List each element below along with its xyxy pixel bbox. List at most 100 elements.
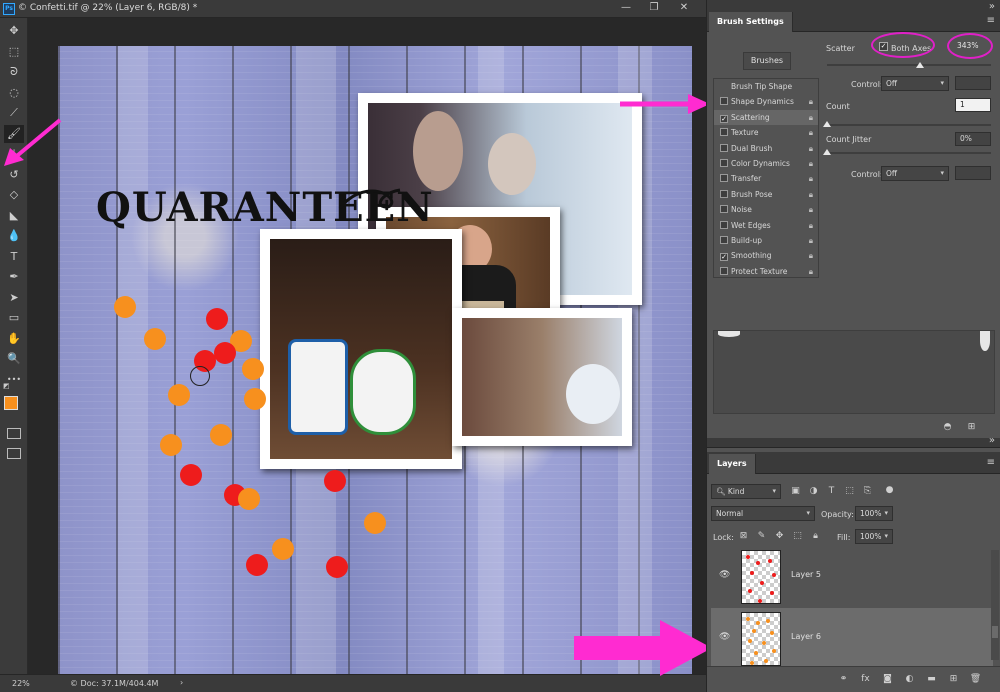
add-mask-icon[interactable]: ◙ <box>881 673 894 686</box>
layer-row[interactable]: 👁︎ Layer 5 <box>711 546 993 608</box>
brushes-button[interactable]: Brushes <box>743 52 791 70</box>
checkbox[interactable] <box>720 236 728 244</box>
checkbox[interactable] <box>720 189 728 198</box>
control2-value-field[interactable] <box>955 166 991 180</box>
lock-icon[interactable]: 🔒︎ <box>809 233 813 248</box>
filter-toggle-icon[interactable]: ● <box>883 484 896 497</box>
layer-thumbnail[interactable] <box>741 612 781 666</box>
scatter-slider-track[interactable] <box>827 64 991 66</box>
layer-row[interactable]: 👁︎ Layer 6 <box>711 608 993 670</box>
checkbox[interactable] <box>720 220 728 229</box>
brush-option-wet-edges[interactable]: Wet Edges 🔒︎ <box>714 218 818 233</box>
zoom-readout[interactable]: 22% <box>12 679 30 688</box>
layer-filter-select[interactable]: 🔍︎ Kind ▾ <box>711 484 781 499</box>
layers-scrollbar[interactable] <box>991 550 999 660</box>
brush-option-transfer[interactable]: Transfer 🔒︎ <box>714 171 818 186</box>
eye-icon[interactable]: 👁︎ <box>719 570 730 580</box>
lock-icon[interactable]: 🔒︎ <box>809 94 813 109</box>
lock-icon[interactable]: 🔒︎ <box>809 156 813 171</box>
brush-option-scattering[interactable]: ✓ Scattering 🔒︎ <box>714 109 818 126</box>
tab-layers[interactable]: Layers <box>709 454 756 474</box>
count-jitter-slider-thumb[interactable] <box>823 149 831 155</box>
link-layers-icon[interactable]: ⚭ <box>837 673 850 686</box>
lock-icon[interactable]: 🔒︎ <box>809 110 813 125</box>
trash-icon[interactable]: 🗑︎ <box>969 673 982 686</box>
canvas-area[interactable]: QUARANTEEN <box>4 18 706 682</box>
lock-icon[interactable]: 🔒︎ <box>809 125 813 140</box>
checkbox[interactable] <box>720 205 728 214</box>
count-field[interactable]: 1 <box>955 98 991 112</box>
fill-field[interactable]: 100% ▾ <box>855 529 893 544</box>
brush-option-color-dynamics[interactable]: Color Dynamics 🔒︎ <box>714 156 818 171</box>
layer-style-icon[interactable]: fx <box>859 673 872 686</box>
count-jitter-field[interactable]: 0% <box>955 132 991 146</box>
checkbox[interactable] <box>720 128 728 137</box>
brush-option-protect-texture[interactable]: Protect Texture 🔒︎ <box>714 264 818 279</box>
count-slider-track[interactable] <box>827 124 991 126</box>
lock-icon[interactable]: 🔒︎ <box>809 248 813 263</box>
checkbox[interactable] <box>720 159 728 167</box>
pixel-filter-icon[interactable]: ▣ <box>789 485 802 498</box>
path-select-icon[interactable]: ➤ <box>4 289 24 307</box>
control-select[interactable]: Off ▾ <box>881 76 949 91</box>
brush-option-dual-brush[interactable]: Dual Brush 🔒︎ <box>714 141 818 156</box>
control2-select[interactable]: Off ▾ <box>881 166 949 181</box>
lock-icon[interactable]: 🔒︎ <box>809 264 813 279</box>
restore-button[interactable]: ❐ <box>646 2 662 15</box>
photo-birthday-candles[interactable] <box>260 229 462 469</box>
blur-icon[interactable]: 💧 <box>4 227 24 245</box>
pen-icon[interactable]: ✒ <box>4 268 24 286</box>
count-jitter-slider-track[interactable] <box>827 152 991 154</box>
hand-icon[interactable]: ✋ <box>4 330 24 348</box>
brush-option-brush-pose[interactable]: Brush Pose 🔒︎ <box>714 187 818 202</box>
brush-preset-icon[interactable]: ◓ <box>941 421 954 434</box>
count-slider-thumb[interactable] <box>823 121 831 127</box>
eraser-icon[interactable]: ◇ <box>4 186 24 204</box>
adjustment-filter-icon[interactable]: ◑ <box>807 485 820 498</box>
new-group-icon[interactable]: ▬ <box>925 673 938 686</box>
zoom-icon[interactable]: 🔍 <box>4 350 24 368</box>
control-value-field[interactable] <box>955 76 991 90</box>
type-icon[interactable]: T <box>4 248 24 266</box>
brush-option-noise[interactable]: Noise 🔒︎ <box>714 202 818 217</box>
lock-icon[interactable]: 🔒︎ <box>809 202 813 217</box>
eye-icon[interactable]: 👁︎ <box>719 632 730 642</box>
quick-mask-icon[interactable] <box>7 428 21 439</box>
marquee-icon[interactable]: ⬚ <box>4 43 24 61</box>
tab-brush-settings[interactable]: Brush Settings <box>709 12 793 32</box>
layer-thumbnail[interactable] <box>741 550 781 604</box>
lock-artboard-icon[interactable]: ⬚ <box>791 530 804 543</box>
panel-menu-icon[interactable]: ≡ <box>987 15 995 26</box>
lock-all-icon[interactable]: 🔒︎ <box>809 530 822 543</box>
fill-icon[interactable]: ◣ <box>4 207 24 225</box>
lock-icon[interactable]: 🔒︎ <box>809 171 813 186</box>
layer-name[interactable]: Layer 5 <box>791 570 821 579</box>
checkbox[interactable] <box>720 143 728 152</box>
chevron-right-icon[interactable]: › <box>180 678 183 687</box>
lock-icon[interactable]: 🔒︎ <box>809 141 813 156</box>
blend-mode-select[interactable]: Normal ▾ <box>711 506 815 521</box>
lock-transparent-icon[interactable]: ⊠ <box>737 530 750 543</box>
panel-menu-icon[interactable]: ≡ <box>987 457 995 468</box>
type-filter-icon[interactable]: T <box>825 485 838 498</box>
checkbox[interactable] <box>720 174 728 183</box>
brush-option-build-up[interactable]: Build-up 🔒︎ <box>714 233 818 248</box>
minimize-button[interactable]: — <box>618 2 634 15</box>
brush-option-texture[interactable]: Texture 🔒︎ <box>714 125 818 140</box>
lock-pixels-icon[interactable]: ✎ <box>755 530 768 543</box>
brush-option-brush-tip-shape[interactable]: Brush Tip Shape <box>714 79 818 94</box>
opacity-field[interactable]: 100% ▾ <box>855 506 893 521</box>
document-canvas[interactable]: QUARANTEEN <box>58 46 692 682</box>
new-brush-icon[interactable]: ⊞ <box>965 421 978 434</box>
close-button[interactable]: ✕ <box>676 2 692 15</box>
move-icon[interactable]: ✥ <box>4 22 24 40</box>
checkbox[interactable]: ✓ <box>720 114 728 123</box>
layer-name[interactable]: Layer 6 <box>791 632 821 641</box>
brush-option-shape-dynamics[interactable]: Shape Dynamics 🔒︎ <box>714 94 818 109</box>
lasso-icon[interactable]: ᘐ <box>4 63 24 81</box>
collapse-icon[interactable]: » <box>989 435 995 446</box>
lock-icon[interactable]: 🔒︎ <box>809 218 813 233</box>
scatter-slider-thumb[interactable] <box>916 62 925 68</box>
screen-mode-icon[interactable] <box>7 448 21 459</box>
brush-option-smoothing[interactable]: ✓ Smoothing 🔒︎ <box>714 248 818 263</box>
